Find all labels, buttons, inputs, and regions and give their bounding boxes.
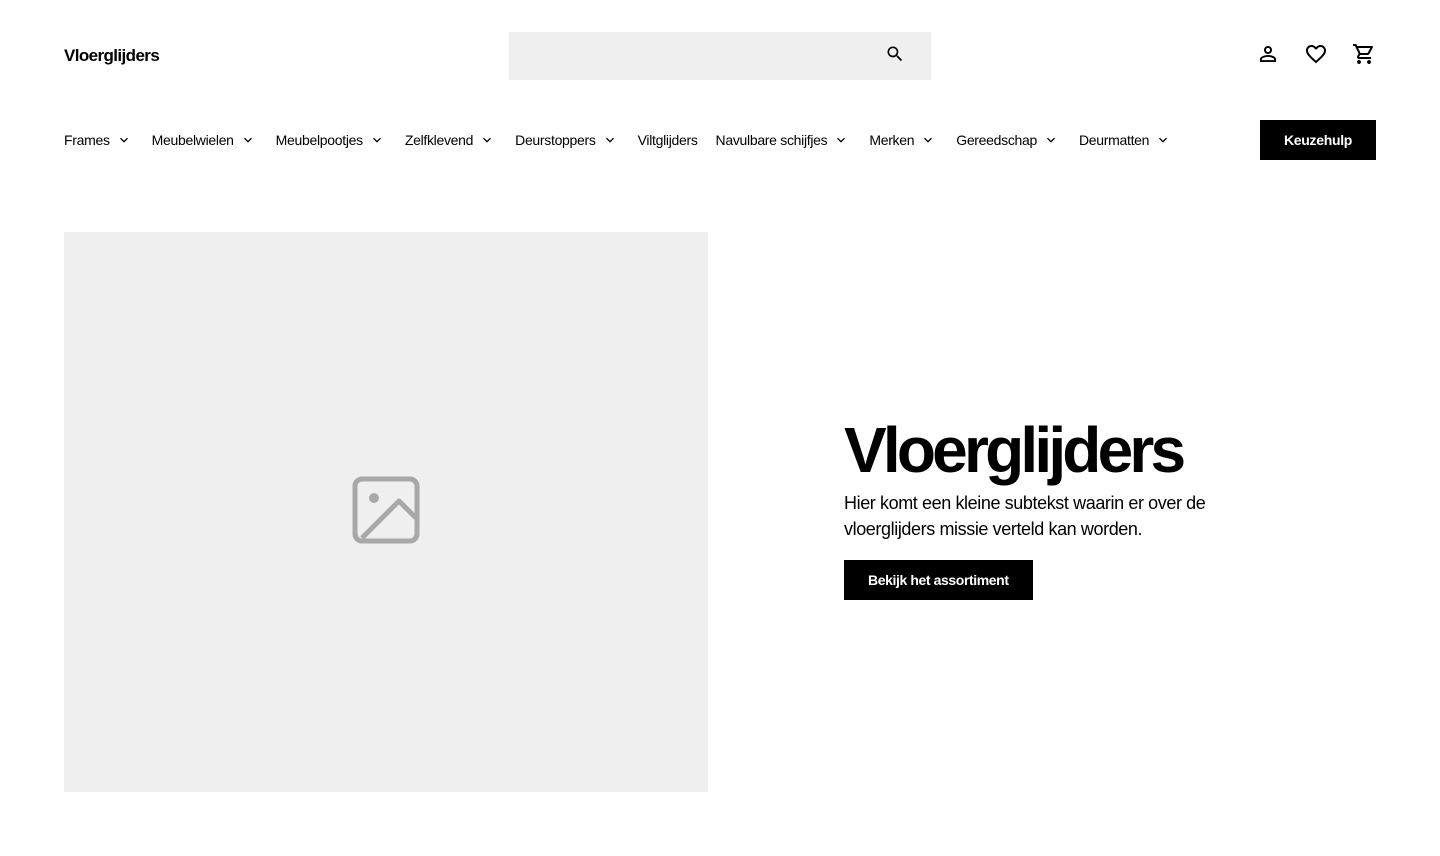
nav-item-label: Deurmatten [1079,132,1150,148]
chevron-down-icon [369,132,385,148]
header-actions [1256,42,1376,71]
account-icon [1256,42,1280,71]
account-button[interactable] [1256,44,1280,68]
nav-item-label: Deurstoppers [515,132,596,148]
nav-item-label: Meubelwielen [151,132,234,148]
view-assortment-button[interactable]: Bekijk het assortiment [844,560,1033,600]
page: Vloerglijders Frames Meubelwielen Meubel… [0,0,1440,856]
cart-icon [1352,42,1376,71]
search-button[interactable] [883,44,907,68]
wishlist-button[interactable] [1304,44,1328,68]
chevron-down-icon [1155,132,1171,148]
hero-content: Vloerglijders Hier komt een kleine subte… [844,412,1274,600]
chevron-down-icon [1043,132,1059,148]
main-nav: Frames Meubelwielen Meubelpootjes Zelfkl… [64,128,1171,152]
chevron-down-icon [479,132,495,148]
nav-item-merken[interactable]: Merken [869,128,936,152]
cart-button[interactable] [1352,42,1376,71]
nav-item-label: Meubelpootjes [275,132,363,148]
search-input[interactable] [509,32,931,80]
nav-item-deurstoppers[interactable]: Deurstoppers [515,128,617,152]
nav-item-label: Gereedschap [956,132,1037,148]
chevron-down-icon [116,132,132,148]
image-placeholder-icon [350,474,422,551]
nav-item-deurmatten[interactable]: Deurmatten [1079,128,1171,152]
keuzehulp-button[interactable]: Keuzehulp [1260,120,1376,160]
nav-item-label: Navulbare schijfjes [715,132,828,148]
nav-item-navulbare-schijfjes[interactable]: Navulbare schijfjes [716,128,850,152]
nav-item-frames[interactable]: Frames [64,128,132,152]
heart-icon [1304,42,1328,71]
nav-item-label: Frames [64,132,110,148]
nav-item-meubelpootjes[interactable]: Meubelpootjes [276,128,385,152]
nav-item-zelfklevend[interactable]: Zelfklevend [405,128,495,152]
nav-item-label: Zelfklevend [404,132,474,148]
chevron-down-icon [833,132,849,148]
search-bar [509,32,931,80]
logo[interactable]: Vloerglijders [64,44,160,68]
hero-subtitle: Hier komt een kleine subtekst waarin er … [844,493,1206,539]
nav-item-viltglijders[interactable]: Viltglijders [638,128,698,152]
chevron-down-icon [920,132,936,148]
search-icon [885,44,905,69]
chevron-down-icon [602,132,618,148]
hero-image [64,232,708,792]
hero-title: Vloerglijders [844,414,1186,486]
nav-item-gereedschap[interactable]: Gereedschap [956,128,1059,152]
chevron-down-icon [240,132,256,148]
nav-item-label: Viltglijders [637,132,698,148]
nav-item-label: Merken [869,132,915,148]
nav-item-meubelwielen[interactable]: Meubelwielen [152,128,256,152]
